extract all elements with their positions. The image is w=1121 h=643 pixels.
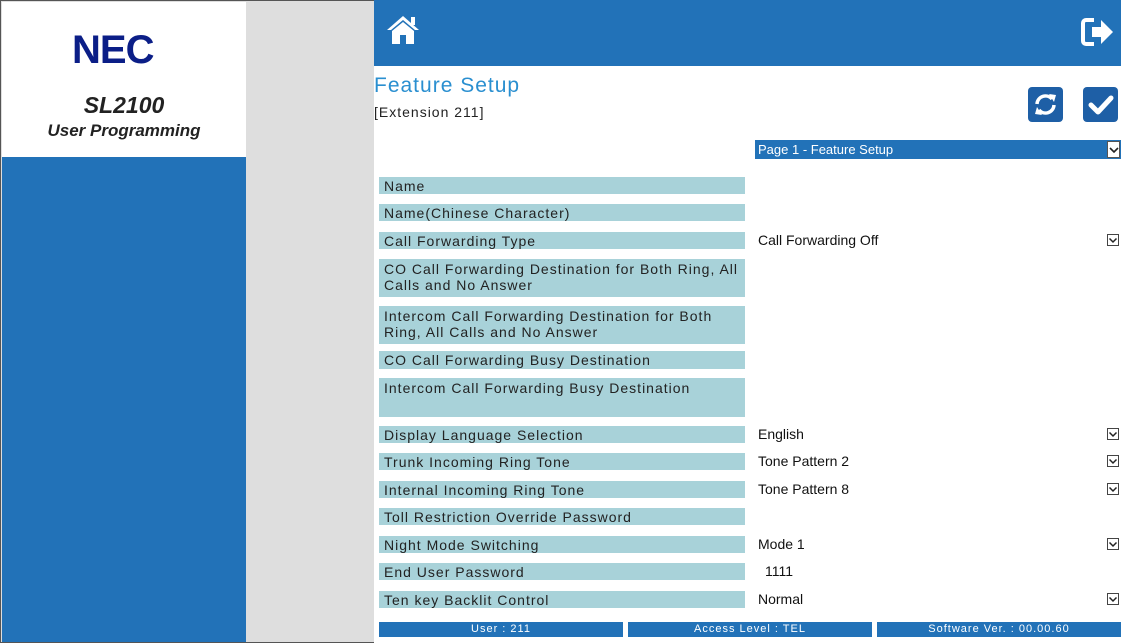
refresh-button[interactable] [1028, 87, 1063, 122]
page-select[interactable]: Page 1 - Feature Setup [755, 140, 1121, 159]
trunk-ring-tone-select[interactable]: Tone Pattern 2 [755, 452, 1121, 470]
label-internal-ring-tone: Internal Incoming Ring Tone [379, 481, 745, 498]
left-sidebar [2, 157, 246, 642]
chevron-down-icon [1105, 590, 1121, 608]
name-chinese-input[interactable] [755, 204, 1121, 222]
label-display-language: Display Language Selection [379, 426, 745, 443]
intercom-forwarding-dest-input[interactable] [755, 314, 1121, 334]
footer-access-level: Access Level : TEL [628, 622, 872, 637]
chevron-down-icon [1105, 480, 1121, 498]
label-end-user-password: End User Password [379, 563, 745, 580]
night-mode-value: Mode 1 [758, 536, 805, 552]
ten-key-backlit-select[interactable]: Normal [755, 590, 1121, 608]
chevron-down-icon [1105, 231, 1121, 249]
label-intercom-forwarding-dest: Intercom Call Forwarding Destination for… [379, 306, 745, 344]
logout-arrow-icon[interactable] [1081, 17, 1115, 47]
name-input[interactable] [755, 177, 1121, 195]
main-content: Feature Setup [Extension 211] Page 1 - F… [374, 0, 1121, 643]
top-bar [374, 0, 1121, 66]
chevron-down-icon [1105, 452, 1121, 470]
label-intercom-forwarding-busy: Intercom Call Forwarding Busy Destinatio… [379, 378, 745, 417]
internal-ring-tone-select[interactable]: Tone Pattern 8 [755, 480, 1121, 498]
trunk-ring-tone-value: Tone Pattern 2 [758, 453, 850, 469]
display-language-value: English [758, 426, 804, 442]
night-mode-select[interactable]: Mode 1 [755, 535, 1121, 553]
toll-override-password-input[interactable] [755, 507, 1121, 526]
label-call-forwarding-type: Call Forwarding Type [379, 232, 745, 249]
extension-label: [Extension 211] [374, 104, 485, 120]
checkmark-icon [1083, 95, 1118, 126]
internal-ring-tone-value: Tone Pattern 8 [758, 481, 850, 497]
label-name-chinese: Name(Chinese Character) [379, 204, 745, 221]
ten-key-backlit-value: Normal [758, 591, 804, 607]
page-select-value: Page 1 - Feature Setup [758, 142, 894, 157]
label-name: Name [379, 177, 745, 194]
model-name: SL2100 [83, 92, 165, 118]
call-forwarding-type-select[interactable]: Call Forwarding Off [755, 231, 1121, 249]
apply-button[interactable] [1083, 87, 1118, 122]
end-user-password-input[interactable]: 1111 [755, 562, 1121, 581]
app-subtitle: User Programming [47, 121, 201, 140]
chevron-down-icon [1105, 535, 1121, 553]
call-forwarding-type-value: Call Forwarding Off [758, 232, 879, 248]
label-toll-override-password: Toll Restriction Override Password [379, 508, 745, 525]
home-icon[interactable] [386, 14, 420, 46]
display-language-select[interactable]: English [755, 425, 1121, 443]
co-forwarding-busy-input[interactable] [755, 350, 1121, 369]
chevron-down-icon [1105, 425, 1121, 443]
label-co-forwarding-dest: CO Call Forwarding Destination for Both … [379, 259, 745, 297]
page-title: Feature Setup [374, 74, 521, 97]
label-co-forwarding-busy: CO Call Forwarding Busy Destination [379, 351, 745, 369]
label-trunk-ring-tone: Trunk Incoming Ring Tone [379, 453, 745, 470]
co-forwarding-dest-input[interactable] [755, 266, 1121, 286]
chevron-down-icon [1107, 141, 1120, 158]
brand-panel: NEC SL2100 User Programming [2, 2, 246, 157]
refresh-icon [1028, 94, 1063, 126]
label-ten-key-backlit: Ten key Backlit Control [379, 591, 745, 608]
footer-user: User : 211 [379, 622, 623, 637]
label-night-mode: Night Mode Switching [379, 536, 745, 553]
intercom-forwarding-busy-input[interactable] [755, 387, 1121, 407]
footer-software-version: Software Ver. : 00.00.60 [877, 622, 1121, 637]
nec-logo: NEC [72, 28, 154, 72]
